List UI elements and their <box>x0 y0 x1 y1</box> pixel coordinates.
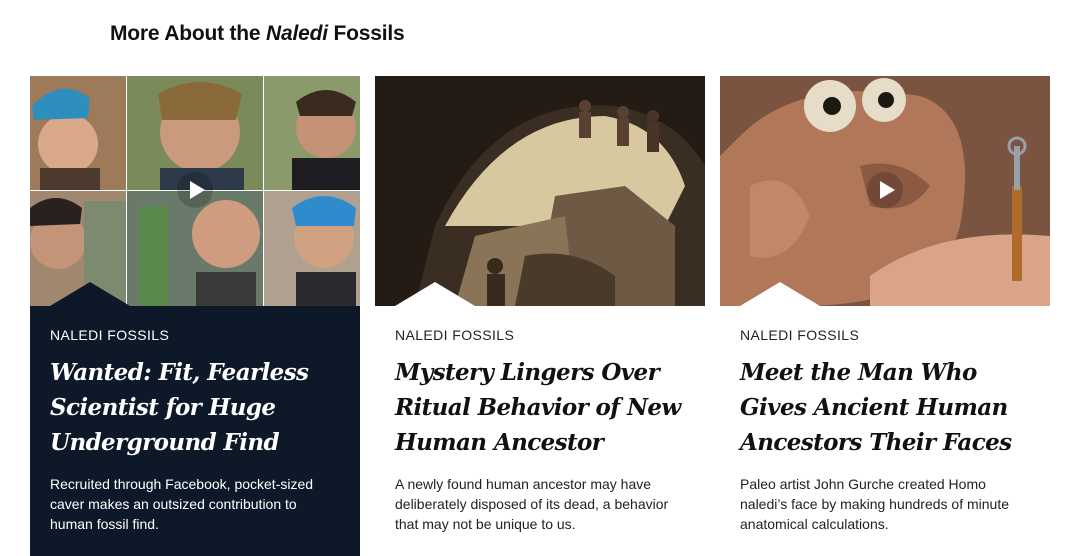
card-description: Paleo artist John Gurche created Homo na… <box>740 476 1010 532</box>
play-button[interactable] <box>177 172 213 208</box>
article-card-mystery[interactable]: NALEDI FOSSILS Mystery Lingers Over Ritu… <box>375 76 705 556</box>
section-title-italic: Naledi <box>266 22 328 45</box>
card-notch <box>395 282 475 306</box>
section-title: More About the Naledi Fossils <box>110 22 405 46</box>
card-description: A newly found human ancestor may have de… <box>395 476 669 532</box>
article-card-wanted[interactable]: NALEDI FOSSILS Wanted: Fit, Fearless Sci… <box>30 76 360 556</box>
card-description: Recruited through Facebook, pocket-sized… <box>50 476 314 532</box>
play-button[interactable] <box>867 172 903 208</box>
card-headline[interactable]: Wanted: Fit, Fearless Scientist for Huge… <box>50 355 350 460</box>
clay-sculpture-thumbnail[interactable] <box>720 76 1050 306</box>
card-headline[interactable]: Meet the Man Who Gives Ancient Human Anc… <box>740 355 1040 460</box>
card-kicker[interactable]: NALEDI FOSSILS <box>50 327 169 343</box>
card-kicker[interactable]: NALEDI FOSSILS <box>395 327 514 343</box>
cave-painting-icon <box>375 76 705 306</box>
section-title-prefix: More About the <box>110 22 267 45</box>
section-title-suffix: Fossils <box>327 22 405 45</box>
article-card-faces[interactable]: NALEDI FOSSILS Meet the Man Who Gives An… <box>720 76 1050 556</box>
photo-collage-thumbnail[interactable] <box>30 76 360 306</box>
card-notch <box>50 282 130 306</box>
play-icon <box>880 181 895 199</box>
card-headline[interactable]: Mystery Lingers Over Ritual Behavior of … <box>395 355 695 460</box>
card-notch <box>740 282 820 306</box>
cave-painting-thumbnail[interactable] <box>375 76 705 306</box>
card-kicker[interactable]: NALEDI FOSSILS <box>740 327 859 343</box>
play-icon <box>190 181 205 199</box>
